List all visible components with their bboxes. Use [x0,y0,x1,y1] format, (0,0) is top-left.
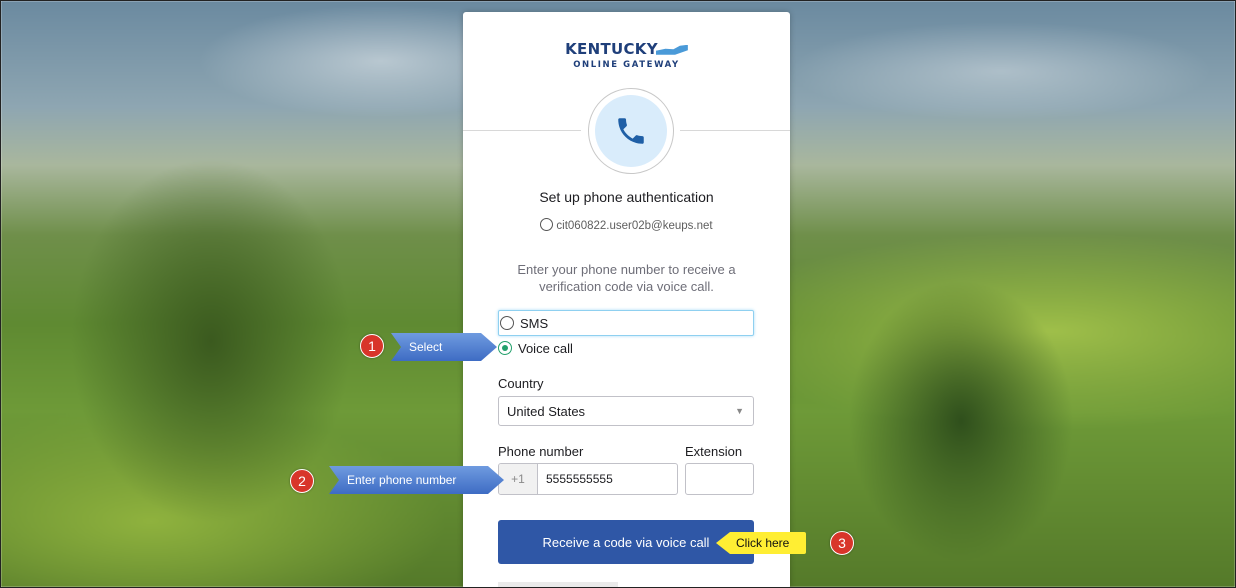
user-identifier: cit060822.user02b@keups.net [463,218,790,232]
voice-call-radio[interactable] [498,341,512,355]
instructions-text: Enter your phone number to receive a ver… [517,262,736,294]
logo: KENTUCKY ONLINE GATEWAY [463,40,790,70]
country-select[interactable]: United States ▼ [498,396,754,426]
phone-icon [618,118,644,144]
page-title: Set up phone authentication [539,189,714,205]
step-badge-1: 1 [360,334,384,358]
footer-link-partial [498,582,618,587]
chevron-down-icon: ▼ [735,406,744,416]
kentucky-state-icon [655,44,688,55]
extension-label: Extension [685,444,743,459]
country-code-prefix: +1 [499,464,538,494]
window-frame: KENTUCKY ONLINE GATEWAY Set up phone aut… [0,0,1236,588]
step-badge-3: 3 [830,531,854,555]
auth-card: KENTUCKY ONLINE GATEWAY Set up phone aut… [463,12,790,587]
country-value: United States [507,403,586,419]
divider-left [463,130,581,131]
divider-right [680,130,790,131]
user-email: cit060822.user02b@keups.net [556,220,713,232]
method-radio-group: SMS Voice call [498,310,754,360]
voice-call-label: Voice call [518,340,573,356]
phone-number-value[interactable]: 5555555555 [538,464,613,494]
sms-radio[interactable] [500,316,514,330]
user-icon [540,218,554,231]
select-callout-arrow: Select [391,333,497,361]
enter-phone-callout-arrow: Enter phone number [329,466,504,494]
radio-option-sms[interactable]: SMS [498,310,754,336]
country-label: Country [498,376,544,391]
click-here-callout-arrow: Click here [716,532,806,554]
logo-subtitle: ONLINE GATEWAY [573,60,680,70]
logo-title: KENTUCKY [565,40,658,58]
receive-code-button[interactable]: Receive a code via voice call [498,520,754,564]
radio-option-voice-call[interactable]: Voice call [498,336,754,360]
sms-label: SMS [520,315,549,331]
phone-number-label: Phone number [498,444,584,459]
step-badge-2: 2 [290,469,314,493]
phone-number-input[interactable]: +1 5555555555 [498,463,678,495]
phone-badge [588,88,674,174]
extension-input[interactable] [685,463,754,495]
